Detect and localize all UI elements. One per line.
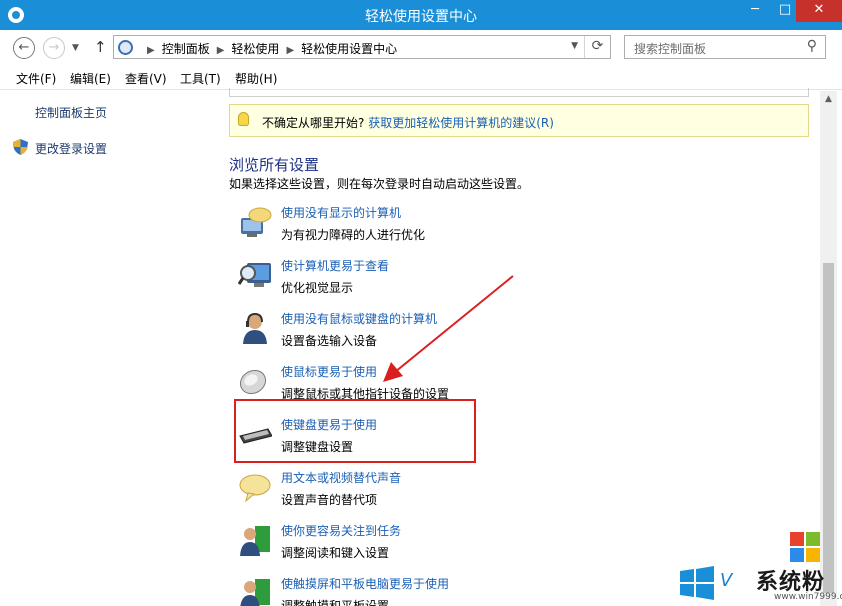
mouse-icon [239,369,267,395]
watermark-url: www.win7999.com [774,592,842,602]
search-placeholder: 搜索控制面板 [634,42,707,56]
scroll-up-icon[interactable]: ▲ [820,91,837,107]
get-recommendations-link[interactable]: 获取更加轻松使用计算机的建议(R) [368,116,554,130]
tip-prefix: 不确定从哪里开始? [262,116,365,130]
item-title[interactable]: 使用没有显示的计算机 [281,204,401,221]
chevron-right-icon[interactable]: ▶ [217,45,225,56]
recent-pages-dropdown[interactable]: ▼ [72,43,79,53]
annotation-highlight-box [234,399,476,463]
menu-view[interactable]: 查看(V) [125,70,167,87]
chevron-right-icon[interactable]: ▶ [286,45,294,56]
address-bar[interactable]: ▶ 控制面板 ▶ 轻松使用 ▶ 轻松使用设置中心 ▼ ⟳ [113,35,611,59]
minimize-button[interactable]: ─ [740,0,770,22]
windows-logo-icon [680,566,714,600]
item-title[interactable]: 使触摸屏和平板电脑更易于使用 [281,575,449,592]
control-panel-icon [118,40,133,55]
site-watermark: V 系统粉 www.win7999.com [676,528,842,606]
search-input[interactable]: 搜索控制面板 ⚲ [624,35,826,59]
setting-item-text-video-alternatives[interactable]: 用文本或视频替代声音 设置声音的替代项 [236,469,756,517]
user-task-icon [240,526,270,556]
refresh-button[interactable]: ⟳ [584,36,610,58]
annotation-arrow-icon [383,275,514,382]
section-title: 浏览所有设置 [229,156,320,174]
change-login-settings-link[interactable]: 更改登录设置 [35,140,107,157]
watermark-v: V [720,570,733,591]
tip-text: 不确定从哪里开始? 获取更加轻松使用计算机的建议(R) [262,114,554,131]
user-tablet-icon [240,579,270,606]
close-button[interactable]: ✕ [796,0,842,22]
chevron-right-icon[interactable]: ▶ [147,45,155,56]
item-title[interactable]: 使鼠标更易于使用 [281,363,377,380]
menu-tools[interactable]: 工具(T) [180,70,221,87]
up-button[interactable]: ↑ [94,38,107,56]
window-title: 轻松使用设置中心 [365,9,477,25]
item-title[interactable]: 使计算机更易于查看 [281,257,389,274]
speech-bubble-icon [239,474,271,503]
menu-bar: 文件(F) 编辑(E) 查看(V) 工具(T) 帮助(H) [0,66,842,90]
headset-user-icon [243,312,267,344]
search-icon[interactable]: ⚲ [807,38,817,54]
magnifier-monitor-icon [238,263,271,287]
section-description: 如果选择这些设置，则在每次登录时自动启动这些设置。 [229,177,530,191]
breadcrumb-ease-of-access-center[interactable]: 轻松使用设置中心 [301,40,397,57]
lightbulb-icon [238,112,249,126]
item-title[interactable]: 用文本或视频替代声音 [281,469,401,486]
back-button[interactable]: ← [13,37,35,59]
item-desc: 优化视觉显示 [281,281,354,295]
colored-tiles-logo-icon [790,532,820,562]
left-pane: 控制面板主页 更改登录设置 [0,91,220,606]
item-desc: 设置声音的替代项 [281,493,378,507]
address-dropdown-icon[interactable]: ▼ [571,41,578,51]
breadcrumb: ▶ 控制面板 ▶ 轻松使用 ▶ 轻松使用设置中心 [140,40,397,57]
item-desc: 调整阅读和键入设置 [281,546,390,560]
breadcrumb-control-panel[interactable]: 控制面板 [162,40,210,57]
forward-button[interactable]: → [43,37,65,59]
title-bar: 轻松使用设置中心 ─ □ ✕ [0,0,842,30]
menu-edit[interactable]: 编辑(E) [70,70,111,87]
menu-file[interactable]: 文件(F) [16,70,56,87]
top-panel-edge [229,88,809,97]
uac-shield-icon [13,139,28,155]
address-row: ← → ▼ ↑ ▶ 控制面板 ▶ 轻松使用 ▶ 轻松使用设置中心 ▼ ⟳ 搜索控制面板 ⚲ [0,30,842,66]
item-desc: 调整触摸和平板设置 [281,599,390,606]
narrator-speech-icon [241,207,272,237]
setting-item-narrator[interactable]: 使用没有显示的计算机 为有视力障碍的人进行优化 [236,204,756,252]
menu-help[interactable]: 帮助(H) [235,70,277,87]
breadcrumb-ease-of-access[interactable]: 轻松使用 [231,40,279,57]
item-desc: 设置备选输入设备 [281,334,378,348]
item-desc: 为有视力障碍的人进行优化 [281,228,426,242]
control-panel-home-link[interactable]: 控制面板主页 [35,104,107,121]
tip-bar: 不确定从哪里开始? 获取更加轻松使用计算机的建议(R) [229,104,809,137]
item-title[interactable]: 使你更容易关注到任务 [281,522,401,539]
